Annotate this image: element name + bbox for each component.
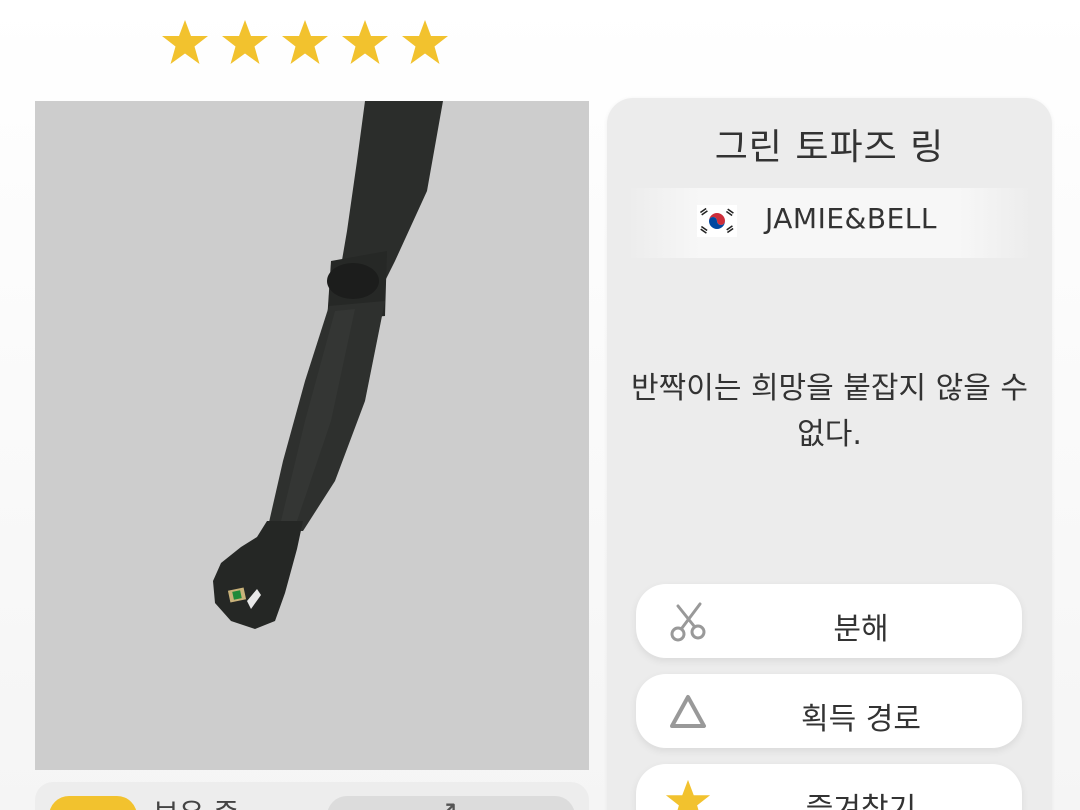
disassemble-button[interactable]: 분해 — [636, 584, 1022, 658]
star-icon — [340, 18, 390, 68]
arrow-icon: ↗ — [435, 794, 458, 810]
disassemble-label: 분해 — [833, 612, 889, 647]
star-icon — [160, 18, 210, 68]
favorite-button[interactable]: 즐겨찾기 — [636, 764, 1022, 810]
item-name: 그린 토파즈 링 — [714, 127, 945, 168]
star-icon — [400, 18, 450, 68]
owned-count-badge — [49, 796, 137, 810]
owned-label: 보유 중 — [153, 792, 239, 810]
brand-row: JAMIE&BELL — [627, 188, 1032, 258]
star-icon — [220, 18, 270, 68]
owned-bar: 보유 중 ↗ — [35, 782, 589, 810]
brand-name: JAMIE&BELL — [765, 202, 937, 235]
rarity-stars — [160, 18, 450, 68]
item-info-card: 그린 토파즈 링 JAMIE&BELL 반짝이는 희망을 붙잡지 않을 수 없다… — [607, 98, 1052, 810]
south-korea-flag-icon — [697, 205, 737, 237]
acquire-path-label: 획득 경로 — [801, 702, 921, 737]
item-preview[interactable] — [35, 101, 589, 770]
owned-action-button[interactable]: ↗ — [327, 794, 575, 810]
favorite-label: 즐겨찾기 — [805, 792, 917, 810]
star-icon — [280, 18, 330, 68]
arm-with-ring-image — [213, 101, 443, 629]
item-detail-screen: 보유 중 ↗ 그린 토파즈 링 — [0, 0, 1080, 810]
acquire-path-button[interactable]: 획득 경로 — [636, 674, 1022, 748]
item-description: 반짝이는 희망을 붙잡지 않을 수 없다. — [631, 371, 1028, 452]
